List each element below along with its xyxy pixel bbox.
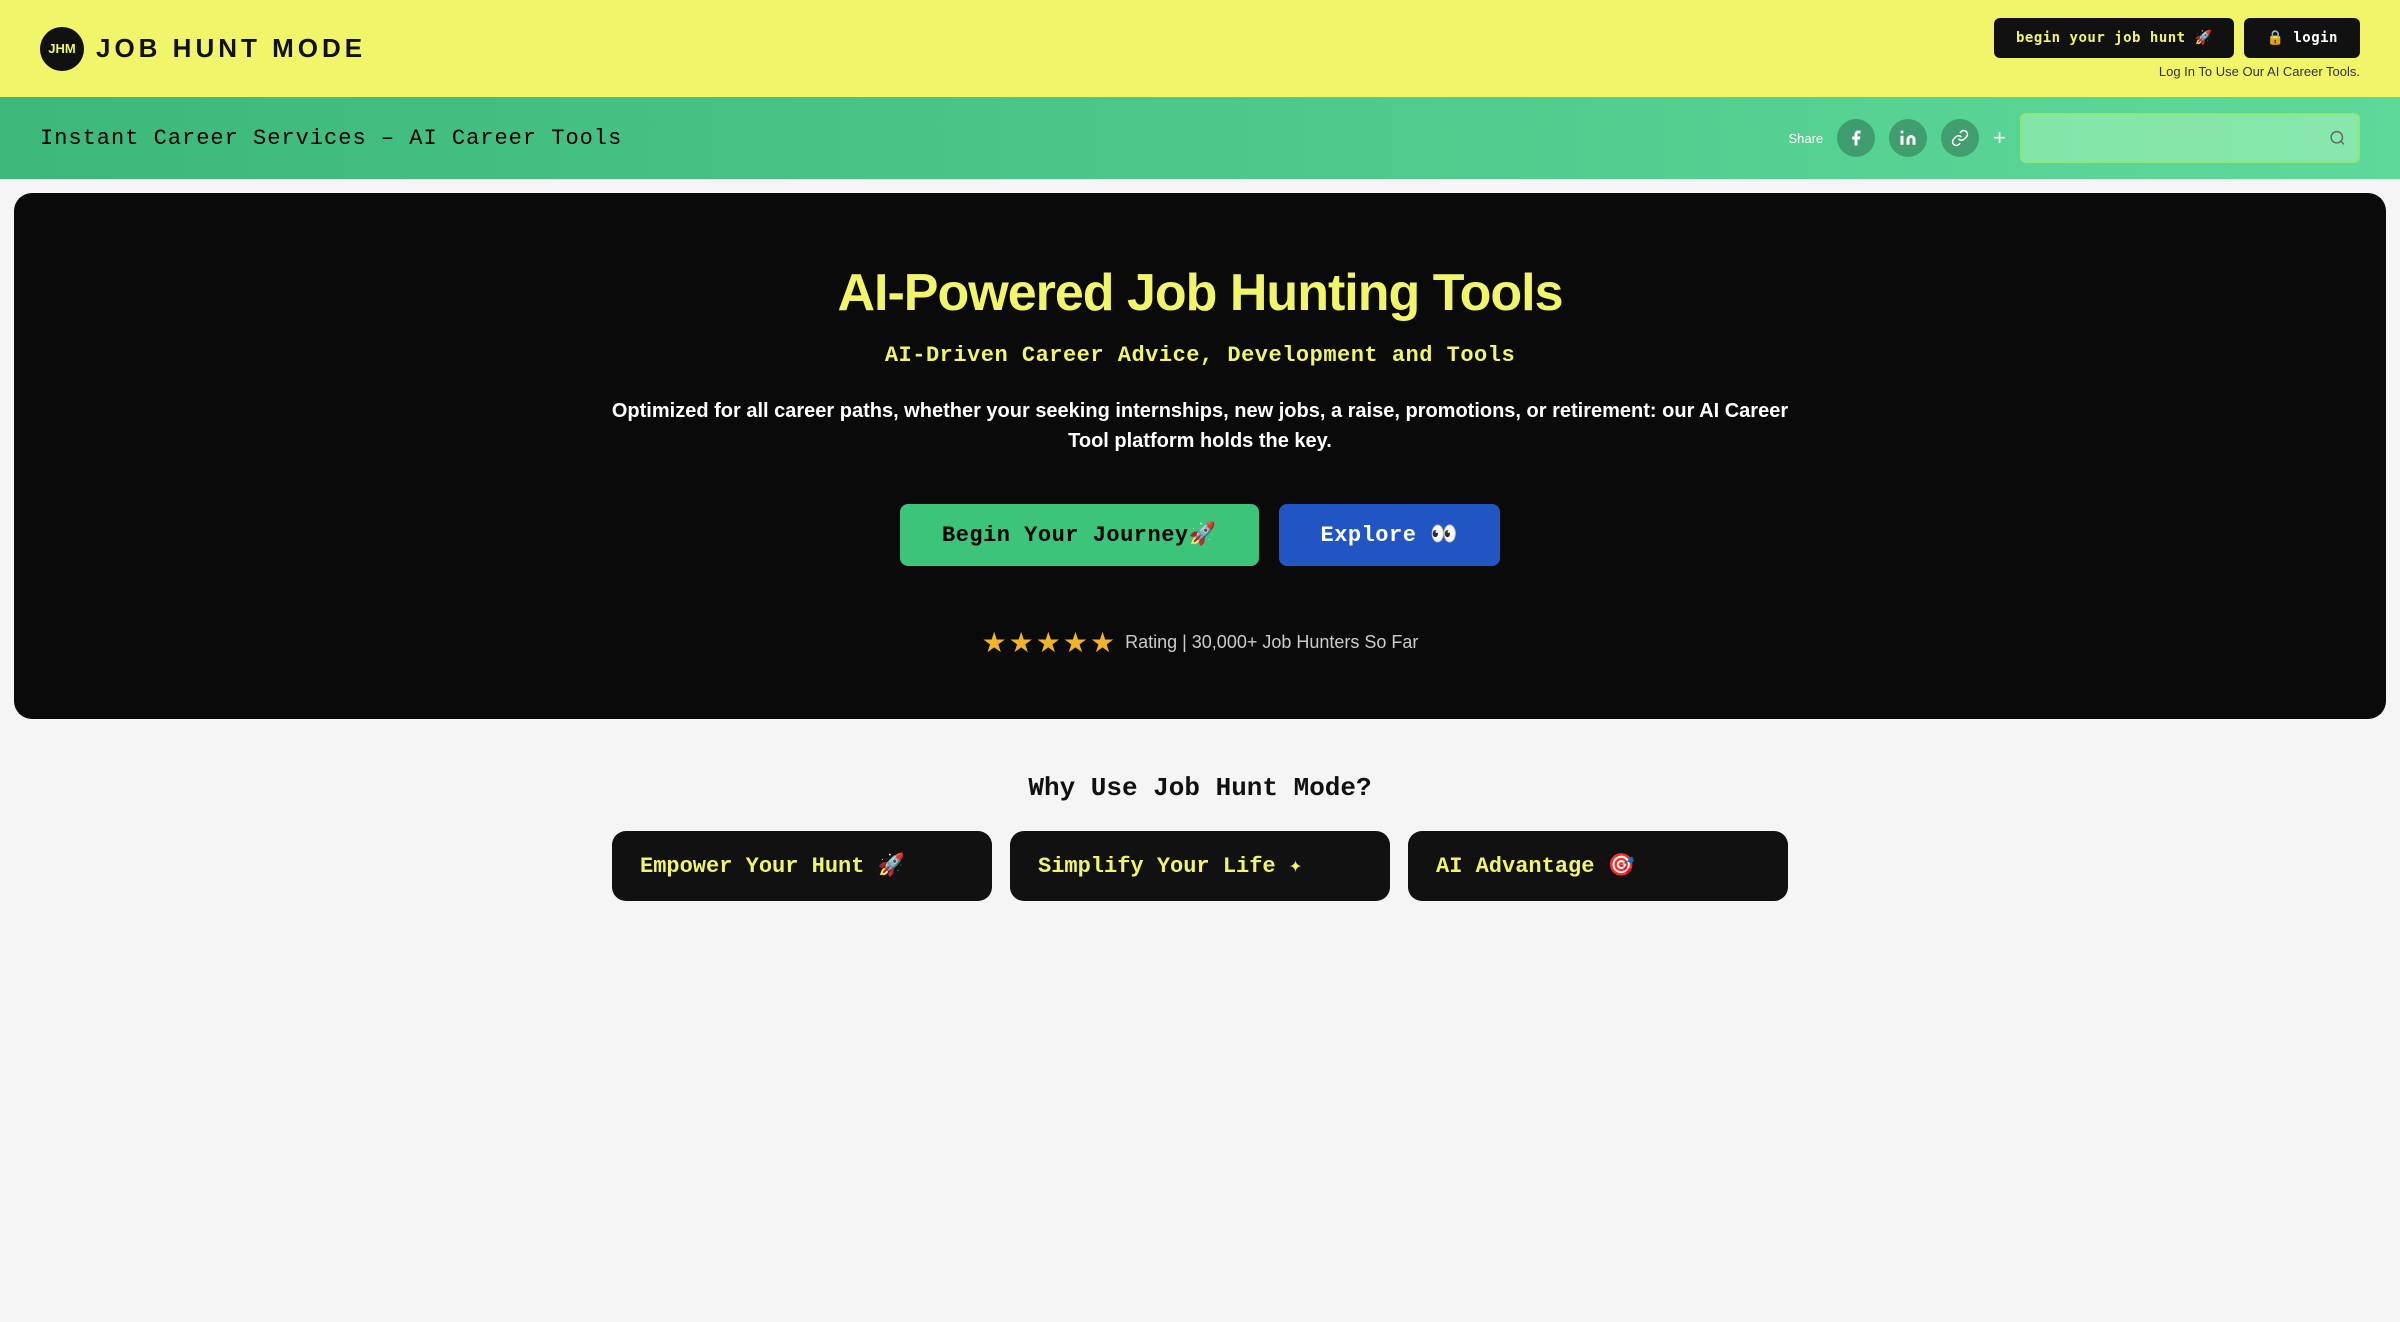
why-card-label-3: AI Advantage 🎯 bbox=[1436, 853, 1635, 879]
hero-buttons: Begin Your Journey🚀 Explore 👀 bbox=[74, 504, 2326, 566]
link-icon[interactable] bbox=[1941, 119, 1979, 157]
share-bar-title: Instant Career Services – AI Career Tool… bbox=[40, 126, 622, 151]
hero-rating: ★★★★★ Rating | 30,000+ Job Hunters So Fa… bbox=[74, 626, 2326, 659]
hero-section: AI-Powered Job Hunting Tools AI-Driven C… bbox=[14, 193, 2386, 719]
star-rating: ★★★★★ bbox=[982, 626, 1118, 659]
why-card-1: Empower Your Hunt 🚀 bbox=[612, 831, 992, 901]
logo-area: JHM JOB HUNT MODE bbox=[40, 27, 366, 71]
hero-description: Optimized for all career paths, whether … bbox=[600, 396, 1800, 456]
facebook-icon[interactable] bbox=[1837, 119, 1875, 157]
nav-subtext: Log In To Use Our AI Career Tools. bbox=[2159, 64, 2360, 79]
why-title: Why Use Job Hunt Mode? bbox=[40, 773, 2360, 803]
why-card-label-1: Empower Your Hunt 🚀 bbox=[640, 853, 905, 879]
search-icon bbox=[2329, 129, 2346, 147]
top-navigation: JHM JOB HUNT MODE begin your job hunt 🚀 … bbox=[0, 0, 2400, 97]
begin-journey-button[interactable]: Begin Your Journey🚀 bbox=[900, 504, 1259, 566]
begin-job-hunt-button[interactable]: begin your job hunt 🚀 bbox=[1994, 18, 2235, 58]
login-button[interactable]: 🔒 login bbox=[2244, 18, 2360, 58]
share-more-icon[interactable]: + bbox=[1993, 125, 2006, 151]
why-section: Why Use Job Hunt Mode? Empower Your Hunt… bbox=[0, 733, 2400, 931]
rating-text: Rating | 30,000+ Job Hunters So Far bbox=[1125, 632, 1418, 653]
nav-buttons: begin your job hunt 🚀 🔒 login bbox=[1994, 18, 2360, 58]
why-card-label-2: Simplify Your Life ✦ bbox=[1038, 853, 1302, 879]
share-bar: Instant Career Services – AI Career Tool… bbox=[0, 97, 2400, 179]
share-icons: Share + bbox=[1788, 113, 2360, 163]
why-cards: Empower Your Hunt 🚀 Simplify Your Life ✦… bbox=[40, 831, 2360, 901]
explore-button[interactable]: Explore 👀 bbox=[1279, 504, 1501, 566]
logo-badge: JHM bbox=[40, 27, 84, 71]
linkedin-icon[interactable] bbox=[1889, 119, 1927, 157]
why-card-2: Simplify Your Life ✦ bbox=[1010, 831, 1390, 901]
site-name: JOB HUNT MODE bbox=[96, 33, 366, 64]
hero-title: AI-Powered Job Hunting Tools bbox=[74, 263, 2326, 323]
share-search-box[interactable] bbox=[2020, 113, 2360, 163]
nav-right: begin your job hunt 🚀 🔒 login Log In To … bbox=[1994, 18, 2360, 79]
share-text: Share bbox=[1788, 131, 1823, 146]
share-search-input[interactable] bbox=[2034, 130, 2329, 146]
hero-subtitle: AI-Driven Career Advice, Development and… bbox=[74, 343, 2326, 368]
why-card-3: AI Advantage 🎯 bbox=[1408, 831, 1788, 901]
share-label: Share bbox=[1788, 131, 1823, 146]
